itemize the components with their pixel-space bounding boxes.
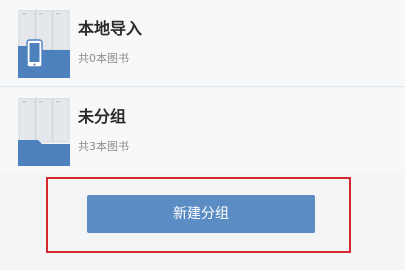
folder-phone-icon	[18, 10, 70, 78]
new-group-button[interactable]: 新建分组	[87, 195, 315, 233]
group-screen: 本地导入 共0本图书 未分组 共3本图书 新建分组	[0, 0, 405, 270]
group-list: 本地导入 共0本图书 未分组 共3本图书	[0, 0, 405, 176]
group-item-local-import[interactable]: 本地导入 共0本图书	[0, 0, 405, 87]
group-title: 本地导入	[78, 19, 143, 38]
group-book-count: 共3本图书	[78, 140, 129, 153]
group-title: 未分组	[78, 107, 127, 126]
group-item-ungrouped[interactable]: 未分组 共3本图书	[0, 88, 405, 174]
folder-icon	[18, 98, 70, 166]
group-book-count: 共0本图书	[78, 52, 129, 65]
